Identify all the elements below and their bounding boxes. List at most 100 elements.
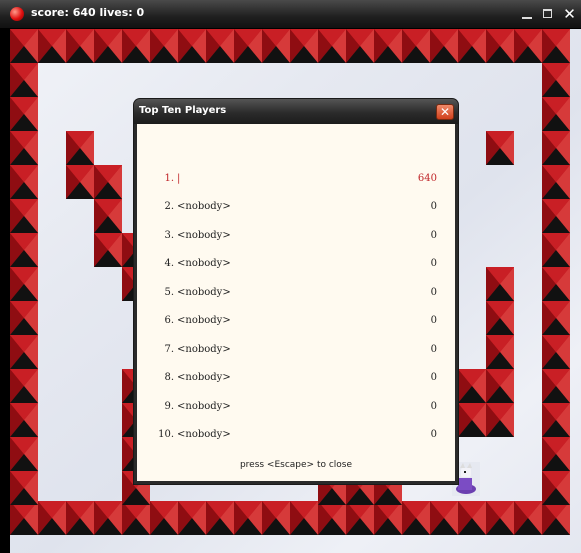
- spike-tile: [206, 29, 234, 63]
- close-window-button[interactable]: ✕: [561, 6, 578, 22]
- player-name: <nobody>: [177, 429, 231, 440]
- spike-tile: [234, 501, 262, 535]
- spike-tile: [486, 335, 514, 369]
- minimize-button[interactable]: [519, 6, 536, 22]
- highscore-row: 9. <nobody> 0: [137, 401, 455, 417]
- spike-tile: [486, 131, 514, 165]
- player-name: <nobody>: [177, 344, 231, 355]
- spike-tile: [10, 301, 38, 335]
- spike-tile: [234, 29, 262, 63]
- spike-tile: [402, 29, 430, 63]
- player-score: 0: [430, 258, 437, 269]
- spike-tile: [346, 29, 374, 63]
- rank-number: 4.: [164, 258, 174, 269]
- game-window: score: 640 lives: 0 ✕ Top Ten Players ✕: [0, 0, 581, 553]
- spike-tile: [542, 63, 570, 97]
- spike-tile: [206, 501, 234, 535]
- player-score: 0: [430, 287, 437, 298]
- player-score: 0: [430, 344, 437, 355]
- rank-number: 10.: [158, 429, 174, 440]
- spike-tile: [178, 501, 206, 535]
- spike-tile: [10, 131, 38, 165]
- spike-tile: [374, 29, 402, 63]
- rank-number: 2.: [164, 201, 174, 212]
- player-score: 0: [430, 429, 437, 440]
- spike-tile: [542, 369, 570, 403]
- spike-tile: [94, 29, 122, 63]
- spike-tile: [486, 369, 514, 403]
- close-icon: ✕: [439, 105, 451, 119]
- spike-tile: [178, 29, 206, 63]
- maximize-icon: [543, 9, 552, 18]
- spike-tile: [66, 131, 94, 165]
- player-score: 0: [430, 372, 437, 383]
- spike-tile: [94, 199, 122, 233]
- spike-tile: [542, 233, 570, 267]
- highscore-row: 7. <nobody> 0: [137, 344, 455, 360]
- player-name: <nobody>: [177, 230, 231, 241]
- window-titlebar[interactable]: score: 640 lives: 0 ✕: [0, 0, 581, 29]
- dialog-title: Top Ten Players: [139, 105, 227, 116]
- dialog-titlebar[interactable]: Top Ten Players ✕: [134, 99, 458, 124]
- player-name: <nobody>: [177, 401, 231, 412]
- spike-tile: [542, 267, 570, 301]
- highscore-row: 4. <nobody> 0: [137, 258, 455, 274]
- rank-number: 6.: [164, 315, 174, 326]
- highscore-row: 2. <nobody> 0: [137, 201, 455, 217]
- close-x-icon: ✕: [563, 5, 576, 23]
- spike-tile: [10, 63, 38, 97]
- spike-tile: [10, 369, 38, 403]
- spike-tile: [10, 437, 38, 471]
- spike-tile: [66, 165, 94, 199]
- spike-tile: [94, 165, 122, 199]
- spike-tile: [290, 501, 318, 535]
- highscore-row: 1. | 640: [137, 173, 455, 189]
- spike-tile: [542, 335, 570, 369]
- spike-tile: [458, 403, 486, 437]
- player-score: 0: [430, 201, 437, 212]
- rank-number: 1.: [164, 173, 174, 184]
- highscore-row: 6. <nobody> 0: [137, 315, 455, 331]
- player-name-input[interactable]: |: [177, 173, 180, 184]
- player-score: 0: [430, 230, 437, 241]
- spike-tile: [374, 501, 402, 535]
- player-name: <nobody>: [177, 258, 231, 269]
- player-score: 0: [430, 401, 437, 412]
- spike-tile: [486, 267, 514, 301]
- spike-tile: [318, 29, 346, 63]
- dialog-close-button[interactable]: ✕: [436, 104, 454, 120]
- spike-tile: [542, 165, 570, 199]
- highscore-row: 8. <nobody> 0: [137, 372, 455, 388]
- window-title: score: 640 lives: 0: [31, 6, 145, 19]
- spike-tile: [10, 403, 38, 437]
- minimize-icon: [522, 17, 532, 19]
- spike-tile: [458, 501, 486, 535]
- player-name: <nobody>: [177, 287, 231, 298]
- spike-tile: [514, 29, 542, 63]
- maximize-button[interactable]: [540, 6, 557, 22]
- top-ten-dialog: Top Ten Players ✕ 1. | 640 2. <nobody> 0…: [134, 99, 458, 484]
- spike-tile: [402, 501, 430, 535]
- spike-tile: [486, 29, 514, 63]
- spike-tile: [262, 29, 290, 63]
- spike-tile: [66, 29, 94, 63]
- spike-tile: [458, 369, 486, 403]
- player-name: <nobody>: [177, 315, 231, 326]
- rank-number: 8.: [164, 372, 174, 383]
- spike-tile: [94, 501, 122, 535]
- player-score: 0: [430, 315, 437, 326]
- red-ball-icon: [10, 7, 24, 21]
- spike-tile: [66, 501, 94, 535]
- spike-tile: [486, 501, 514, 535]
- spike-tile: [318, 501, 346, 535]
- escape-hint: press <Escape> to close: [239, 460, 353, 470]
- highscore-row: 10. <nobody> 0: [137, 429, 455, 445]
- spike-tile: [10, 335, 38, 369]
- spike-tile: [10, 501, 38, 535]
- spike-tile: [122, 501, 150, 535]
- spike-tile: [38, 29, 66, 63]
- spike-tile: [346, 501, 374, 535]
- rank-number: 3.: [164, 230, 174, 241]
- player-name: <nobody>: [177, 372, 231, 383]
- spike-tile: [486, 301, 514, 335]
